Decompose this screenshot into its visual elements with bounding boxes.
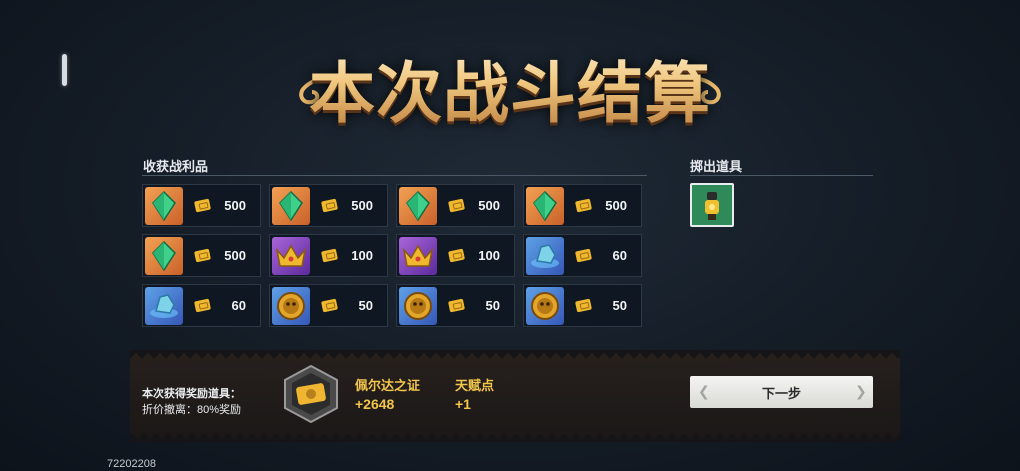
gold-ticket-icon — [321, 298, 338, 313]
gold-ticket-icon — [321, 248, 338, 263]
loot-cell[interactable]: 100 — [396, 234, 515, 277]
gold-ticket-icon — [194, 248, 211, 263]
loot-cell[interactable]: 500 — [269, 184, 388, 227]
loot-amount: 100 — [351, 248, 373, 263]
gold-coin-icon — [272, 286, 310, 325]
reward-heading: 本次获得奖励道具： — [142, 388, 241, 400]
reward-item-value: +1 — [455, 396, 471, 412]
lantern-figure-icon — [705, 192, 719, 220]
loot-amount: 500 — [351, 198, 373, 213]
loot-grid: 500 500 500 500 500 100 100 60 60 50 50 50 — [142, 184, 642, 327]
page-title: 本次战斗结算 — [300, 38, 720, 138]
loot-amount: 60 — [231, 298, 246, 313]
green-crystal-icon — [526, 186, 564, 225]
loot-section-label: 收获战利品 — [143, 159, 209, 174]
reward-item-value: +2648 — [355, 396, 395, 412]
blue-ore-icon — [145, 286, 183, 325]
gold-crown-icon — [272, 236, 310, 275]
green-crystal-icon — [145, 186, 183, 225]
loot-amount: 100 — [478, 248, 500, 263]
loot-amount: 500 — [478, 198, 500, 213]
eject-item-slot[interactable] — [690, 183, 734, 227]
loot-amount: 50 — [612, 298, 627, 313]
loot-amount: 50 — [485, 298, 500, 313]
loot-cell[interactable]: 60 — [142, 284, 261, 327]
green-crystal-icon — [399, 186, 437, 225]
gold-ticket-icon — [575, 248, 592, 263]
gold-coin-icon — [526, 286, 564, 325]
loot-cell[interactable]: 500 — [142, 234, 261, 277]
next-step-button[interactable]: ❮ 下一步 ❯ — [690, 376, 873, 408]
loot-cell[interactable]: 500 — [523, 184, 642, 227]
gold-crown-icon — [399, 236, 437, 275]
chevron-left-icon: ❮ — [698, 383, 710, 399]
loot-cell[interactable]: 500 — [142, 184, 261, 227]
eject-section-label: 掷出道具 — [690, 159, 743, 174]
side-menu-handle[interactable] — [62, 54, 67, 86]
gold-ticket-icon — [575, 298, 592, 313]
gold-ticket-icon — [575, 198, 592, 213]
loot-cell[interactable]: 50 — [396, 284, 515, 327]
loot-cell[interactable]: 60 — [523, 234, 642, 277]
reward-item-name: 天赋点 — [455, 378, 495, 393]
loot-amount: 500 — [224, 248, 246, 263]
loot-amount: 500 — [224, 198, 246, 213]
loot-amount: 60 — [612, 248, 627, 263]
blue-ore-icon — [526, 236, 564, 275]
gold-ticket-icon — [448, 248, 465, 263]
gold-ticket-icon — [194, 198, 211, 213]
discount-text: 折价撤离：80%奖励 — [142, 404, 242, 416]
green-crystal-icon — [145, 236, 183, 275]
gold-ticket-icon — [321, 198, 338, 213]
green-crystal-icon — [272, 186, 310, 225]
chevron-right-icon: ❯ — [855, 383, 867, 399]
build-id: 72202208 — [107, 458, 156, 470]
gold-ticket-icon — [448, 198, 465, 213]
loot-cell[interactable]: 500 — [396, 184, 515, 227]
next-step-label: 下一步 — [761, 385, 801, 401]
loot-cell[interactable]: 50 — [269, 284, 388, 327]
loot-amount: 500 — [605, 198, 627, 213]
gold-ticket-badge-icon — [284, 365, 338, 423]
gold-ticket-icon — [448, 298, 465, 313]
eject-divider — [690, 175, 873, 176]
reward-item-name: 佩尔达之证 — [355, 378, 421, 393]
gold-coin-icon — [399, 286, 437, 325]
loot-amount: 50 — [358, 298, 373, 313]
loot-divider — [142, 175, 647, 176]
loot-cell[interactable]: 100 — [269, 234, 388, 277]
gold-ticket-icon — [194, 298, 211, 313]
loot-cell[interactable]: 50 — [523, 284, 642, 327]
